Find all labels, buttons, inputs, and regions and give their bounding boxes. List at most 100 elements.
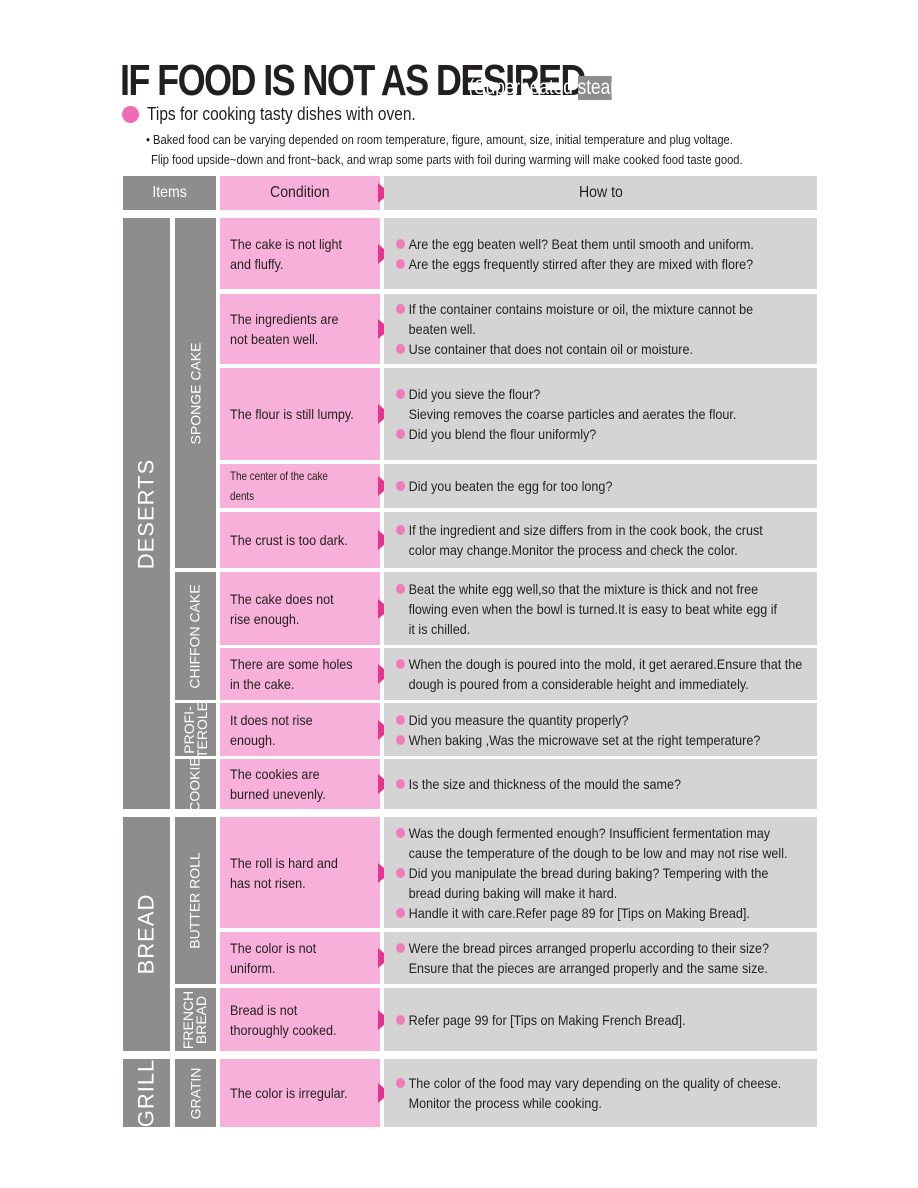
how-to-text: Handle it with care.Refer page 89 for [T…	[408, 904, 750, 921]
how-to-line: If the ingredient and size differs from …	[396, 520, 766, 540]
how-to-text: Sieving removes the coarse particles and…	[408, 406, 737, 422]
how-to-line: it is chilled.	[396, 619, 777, 639]
column-header-condition: Condition	[220, 176, 380, 210]
how-to-line: Monitor the process while cooking.	[396, 1093, 781, 1113]
subcategory-sponge-cake: SPONGE CAKE	[175, 218, 216, 568]
how-to-line: cause the temperature of the dough to be…	[396, 843, 788, 863]
how-to-cell: The color of the food may vary depending…	[384, 1059, 817, 1127]
category-label: GRILL	[133, 1058, 159, 1128]
condition-cell: The cookies are burned unevenly.	[220, 759, 380, 809]
how-to-lines: When the dough is poured into the mold, …	[396, 654, 802, 694]
how-to-text: Was the dough fermented enough? Insuffic…	[408, 824, 771, 841]
subcategory-label: FRENCH BREAD	[180, 990, 210, 1049]
category-deserts: DESERTS	[123, 218, 170, 809]
how-to-lines: Beat the white egg well,so that the mixt…	[396, 579, 777, 639]
bullet-icon	[396, 525, 405, 535]
how-to-cell: When the dough is poured into the mold, …	[384, 648, 817, 700]
category-bread: BREAD	[123, 817, 170, 1051]
how-to-cell: If the ingredient and size differs from …	[384, 512, 817, 568]
how-to-line: Did you sieve the flour?	[396, 384, 766, 404]
subcategory-label: CHIFFON CAKE	[187, 583, 204, 689]
how-to-lines: If the ingredient and size differs from …	[396, 520, 766, 560]
how-to-lines: Is the size and thickness of the mould t…	[396, 774, 766, 794]
how-to-cell: If the container contains moisture or oi…	[384, 294, 817, 364]
note-line-2: Flip food upside~down and front~back, an…	[151, 152, 743, 167]
how-to-line: Sieving removes the coarse particles and…	[396, 404, 766, 424]
subcategory-chiffon-cake: CHIFFON CAKE	[175, 572, 216, 700]
how-to-text: Use container that does not contain oil …	[408, 341, 693, 357]
how-to-text: Refer page 99 for [Tips on Making French…	[408, 1011, 686, 1028]
bullet-icon	[396, 583, 405, 594]
how-to-line: Did you beaten the egg for too long?	[396, 476, 766, 496]
bullet-icon	[396, 714, 405, 725]
how-to-lines: Did you measure the quantity properly? Wh…	[396, 710, 766, 750]
how-to-text: Is the size and thickness of the mould t…	[408, 776, 682, 792]
how-to-line: Is the size and thickness of the mould t…	[396, 774, 766, 794]
subcategory-label: BUTTER ROLL	[187, 852, 203, 949]
how-to-line: Handle it with care.Refer page 89 for [T…	[396, 903, 788, 923]
condition-cell: The color is not uniform.	[220, 932, 380, 984]
page-title: IF FOOD IS NOT AS DESIRED (Superheated s…	[120, 56, 721, 106]
how-to-line: color may change.Monitor the process and…	[396, 540, 766, 560]
bullet-icon	[396, 943, 405, 953]
condition-cell: The cake does not rise enough.	[220, 572, 380, 645]
subcategory-french-bread: FRENCH BREAD	[175, 988, 216, 1051]
how-to-line: If the container contains moisture or oi…	[396, 299, 766, 319]
how-to-line: Are the egg beaten well? Beat them until…	[396, 234, 766, 254]
bullet-icon	[396, 867, 405, 878]
how-to-text: Did you blend the flour uniformly?	[408, 426, 597, 442]
how-to-line: The color of the food may vary depending…	[396, 1073, 781, 1093]
how-to-text: Did you manipulate the bread during baki…	[408, 864, 769, 881]
subcategory-profiterole: PROFI- TEROLE	[175, 701, 216, 758]
column-header-how-to-label: How to	[578, 184, 623, 201]
condition-cell: Bread is not thoroughly cooked.	[220, 988, 380, 1051]
condition-text: The flour is still lumpy.	[230, 406, 354, 422]
how-to-line: bread during baking will make it hard.	[396, 883, 788, 903]
how-to-cell: Beat the white egg well,so that the mixt…	[384, 572, 817, 645]
how-to-text: it is chilled.	[408, 620, 471, 637]
subcategory-label: COOKIE	[187, 756, 203, 812]
how-to-line: When the dough is poured into the mold, …	[396, 654, 802, 674]
subcategory-label: SPONGE CAKE	[187, 342, 204, 444]
how-to-line: Did you measure the quantity properly?	[396, 710, 766, 730]
how-to-line: Did you blend the flour uniformly?	[396, 424, 766, 444]
tips-heading-text: Tips for cooking tasty dishes with oven.	[147, 104, 416, 124]
condition-cell: It does not rise enough.	[220, 703, 380, 756]
column-header-condition-label: Condition	[270, 184, 330, 201]
how-to-text: bread during baking will make it hard.	[408, 884, 618, 901]
how-to-lines: Did you sieve the flour? Sieving removes …	[396, 384, 766, 444]
bullet-icon	[396, 481, 405, 491]
condition-text: It does not rise enough.	[230, 711, 313, 748]
how-to-text: flowing even when the bowl is turned.It …	[408, 600, 778, 617]
bullet-icon	[396, 827, 405, 838]
subcategory-label: GRATIN	[187, 1067, 204, 1119]
bullet-icon	[396, 304, 405, 314]
category-label: BREAD	[133, 893, 159, 975]
subcategory-label: PROFI- TEROLE	[180, 701, 210, 758]
how-to-text: When baking ,Was the microwave set at th…	[408, 731, 761, 748]
how-to-text: cause the temperature of the dough to be…	[408, 844, 788, 861]
tips-heading: Tips for cooking tasty dishes with oven.	[122, 104, 459, 125]
condition-text: The center of the cake dents	[230, 469, 328, 503]
subcategory-butter-roll: BUTTER ROLL	[175, 817, 216, 984]
how-to-cell: Was the dough fermented enough? Insuffic…	[384, 817, 817, 928]
bullet-icon	[396, 659, 405, 669]
condition-cell: The roll is hard and has not risen.	[220, 817, 380, 928]
column-header-items-label: Items	[152, 184, 187, 201]
subcategory-gratin: GRATIN	[175, 1059, 216, 1127]
how-to-text: color may change.Monitor the process and…	[408, 542, 738, 558]
condition-text: The cookies are burned unevenly.	[230, 766, 326, 802]
how-to-line: beaten well.	[396, 319, 766, 339]
how-to-lines: Are the egg beaten well? Beat them until…	[396, 234, 766, 274]
condition-text: The color is irregular.	[230, 1085, 348, 1101]
bullet-icon	[396, 238, 405, 249]
bullet-icon	[396, 734, 405, 745]
how-to-line: flowing even when the bowl is turned.It …	[396, 599, 777, 619]
how-to-text: Did you beaten the egg for too long?	[408, 478, 613, 494]
bullet-icon	[396, 779, 405, 789]
how-to-cell: Are the egg beaten well? Beat them until…	[384, 218, 817, 289]
how-to-lines: Was the dough fermented enough? Insuffic…	[396, 823, 788, 923]
how-to-lines: Did you beaten the egg for too long?	[396, 476, 766, 496]
how-to-cell: Did you sieve the flour? Sieving removes …	[384, 368, 817, 460]
how-to-line: Use container that does not contain oil …	[396, 339, 766, 359]
